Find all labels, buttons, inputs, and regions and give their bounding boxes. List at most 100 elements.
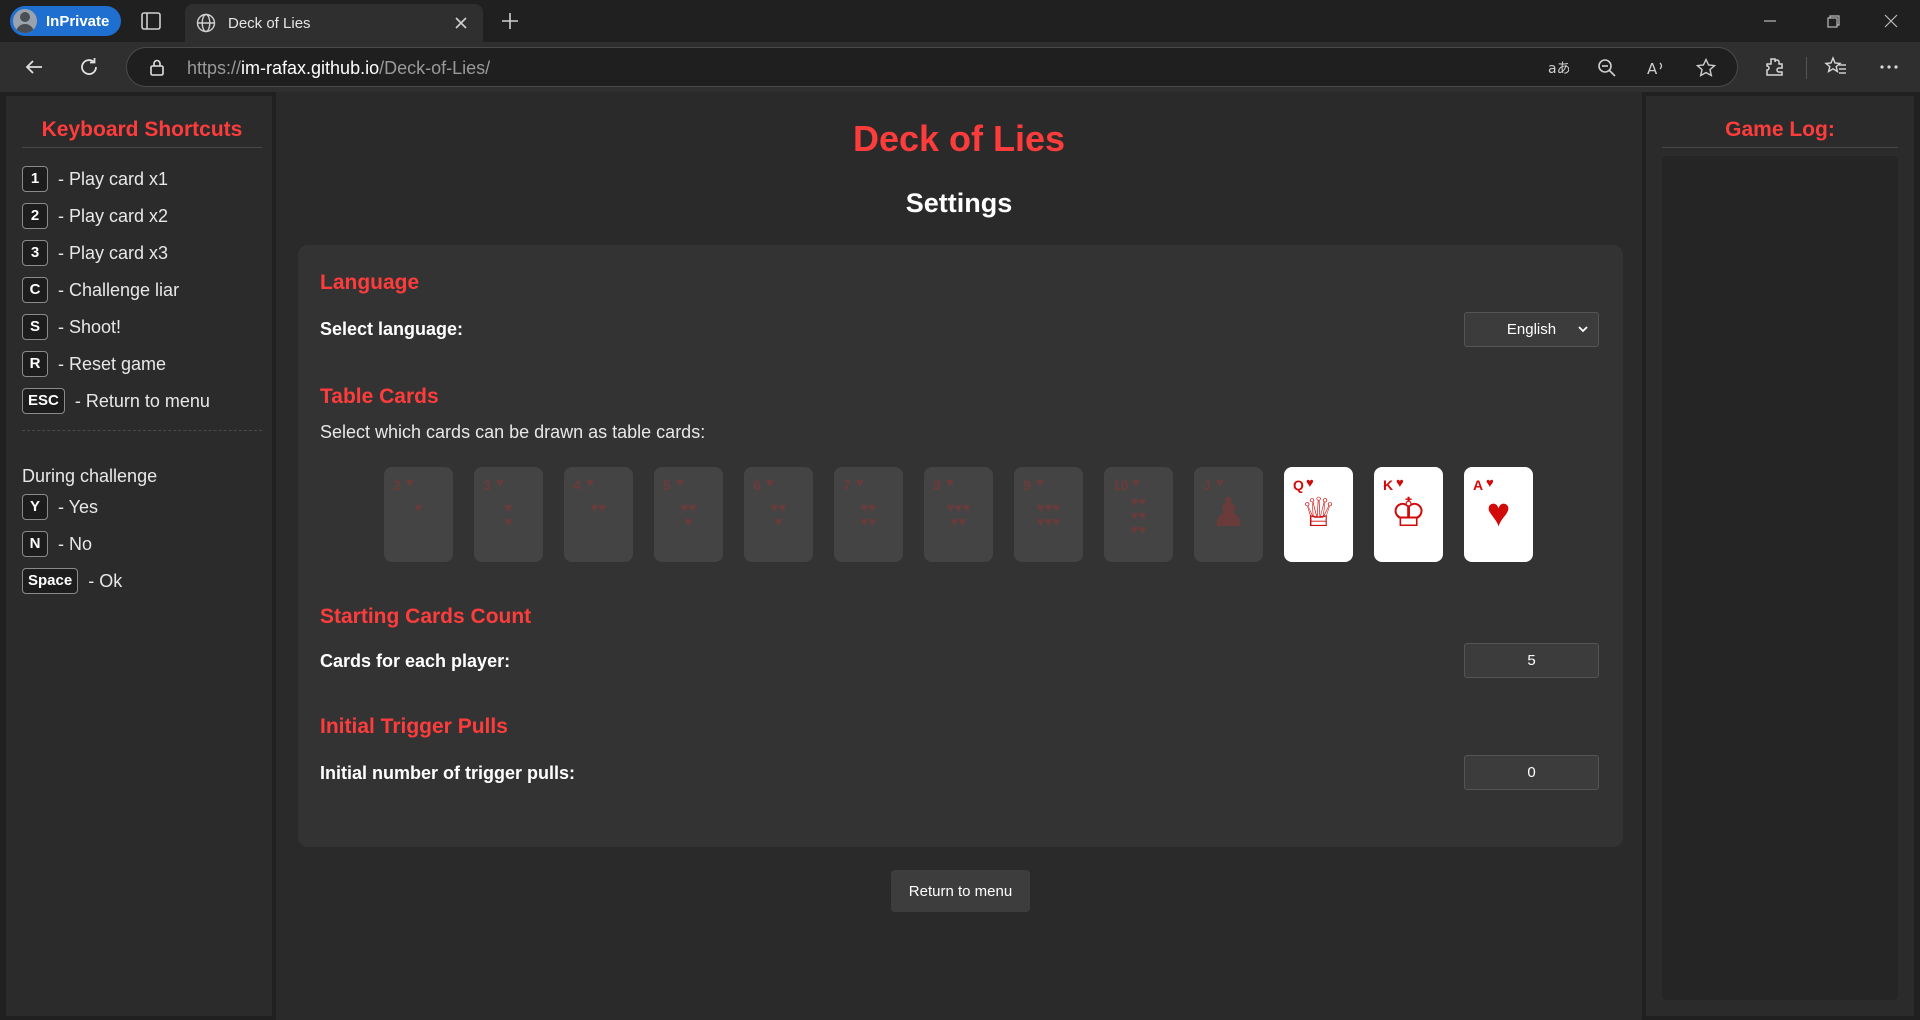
shortcut-item: 1 - Play card x1 [22,166,168,192]
key-badge: R [22,351,48,377]
heart-icon: ♥ [1486,475,1494,490]
card-pips: ♥♥ [590,500,607,515]
favorites-icon[interactable] [1824,55,1848,79]
restore-icon[interactable] [1820,8,1846,34]
page: Keyboard Shortcuts 1 - Play card x1 2 - Pl… [0,92,1920,1020]
trigger-pulls-section-title: Initial Trigger Pulls [320,715,508,738]
shortcut-label: - Shoot! [58,316,122,337]
shortcut-label: - Reset game [58,353,167,374]
key-badge: C [22,277,48,303]
main-content: Deck of Lies Settings Language Select la… [276,92,1642,1020]
heart-icon: ♥ [766,475,774,490]
card-pips: ♥♥ ♥♥ [860,500,877,529]
heart-icon: ♥ [586,475,594,490]
key-badge: 1 [22,166,48,192]
heart-icon: ♥ [1306,475,1314,490]
card-rank: 8 [933,477,941,493]
close-tab-icon[interactable] [451,13,471,33]
return-to-menu-button[interactable]: Return to menu [891,870,1030,912]
key-badge: S [22,314,48,340]
shortcut-item: 2 - Play card x2 [22,203,168,229]
url-text: https://im-rafax.github.io/Deck-of-Lies/ [187,58,491,78]
table-cards-row: 2 ♥ ♥ 3 ♥ ♥ ♥ 4 ♥ ♥♥ 5 ♥ ♥♥ ♥ 6 ♥ ♥♥ ♥ 7 ♥ ♥♥ ♥♥ 8 ♥ ♥♥♥ ♥♥ 9… [384,467,1584,563]
refresh-icon[interactable] [77,55,101,79]
keyboard-shortcuts-panel: Keyboard Shortcuts 1 - Play card x1 2 - Pl… [6,96,272,1016]
table-cards-section-title: Table Cards [320,385,439,408]
card-pips: ♥♥ ♥♥ ♥♥ [1130,494,1147,537]
heart-icon: ♥ [1216,475,1224,490]
starting-cards-label: Cards for each player: [320,651,511,671]
shortcut-label: - Yes [58,496,99,517]
shortcut-item: 3 - Play card x3 [22,240,168,266]
card-pips: ♥♥♥ ♥♥ [946,500,971,529]
chevron-down-icon [1578,326,1588,333]
face-icon: ♔ [1390,491,1427,535]
card-rank: 9 [1023,477,1031,493]
url-field[interactable]: https://im-rafax.github.io/Deck-of-Lies/… [126,47,1738,87]
card-rank: 10 [1113,477,1129,493]
avatar [13,9,37,33]
browser-address-bar: https://im-rafax.github.io/Deck-of-Lies/… [0,42,1920,92]
shortcut-item: Space - Ok [22,568,122,594]
card-toggle[interactable]: 7 ♥ ♥♥ ♥♥ [834,467,903,562]
card-pips: ♥♥ ♥ [680,500,697,529]
card-toggle[interactable]: 2 ♥ ♥ [384,467,453,562]
language-selected-value: English [1506,321,1557,338]
read-aloud-icon[interactable]: A [1645,57,1667,79]
card-rank: 6 [753,477,761,493]
card-toggle[interactable]: A ♥ ♥ [1464,467,1533,562]
dashed-divider [22,430,262,431]
zoom-out-icon[interactable] [1596,57,1618,79]
toolbar-separator [1806,57,1807,79]
shortcut-label: - Play card x3 [58,242,169,263]
tab-deck-of-lies[interactable]: Deck of Lies [185,4,483,42]
card-toggle[interactable]: J ♥ ♟ [1194,467,1263,562]
game-log-box [1662,156,1898,1000]
card-pips: ♥ ♥ [504,500,513,529]
translate-icon[interactable]: aあ [1547,57,1569,79]
heart-icon: ♥ [676,475,684,490]
language-section-title: Language [320,271,420,294]
card-toggle[interactable]: 10 ♥ ♥♥ ♥♥ ♥♥ [1104,467,1173,562]
game-log-panel: Game Log: [1646,96,1914,1016]
card-toggle[interactable]: 8 ♥ ♥♥♥ ♥♥ [924,467,993,562]
new-tab-icon[interactable] [498,9,522,33]
shortcut-item: Y - Yes [22,494,98,520]
card-toggle[interactable]: 5 ♥ ♥♥ ♥ [654,467,723,562]
shortcut-item: ESC - Return to menu [22,388,210,414]
more-menu-icon[interactable] [1877,55,1901,79]
starting-cards-input[interactable]: 5 [1464,643,1599,678]
heart-icon: ♥ [406,475,414,490]
starting-cards-section-title: Starting Cards Count [320,605,532,628]
shortcuts-title: Keyboard Shortcuts [41,118,243,141]
close-window-icon[interactable] [1878,8,1904,34]
back-icon[interactable] [22,55,46,79]
card-toggle[interactable]: 3 ♥ ♥ ♥ [474,467,543,562]
page-title: Settings [905,188,1013,218]
shortcut-label: - Ok [88,570,123,591]
game-log-title: Game Log: [1725,118,1835,141]
heart-icon: ♥ [1132,475,1140,490]
settings-panel: Language Select language: English Table … [298,245,1623,847]
card-toggle[interactable]: Q ♥ ♕ [1284,467,1353,562]
trigger-pulls-input[interactable]: 0 [1464,755,1599,790]
card-toggle[interactable]: 4 ♥ ♥♥ [564,467,633,562]
card-rank: 3 [483,477,491,493]
face-icon: ♕ [1300,491,1337,535]
card-toggle[interactable]: 6 ♥ ♥♥ ♥ [744,467,813,562]
card-rank: 5 [663,477,671,493]
favorite-star-icon[interactable] [1695,57,1717,79]
key-badge: Space [22,568,79,594]
heart-icon: ♥ [856,475,864,490]
card-toggle[interactable]: K ♥ ♔ [1374,467,1443,562]
face-icon: ♥ [1486,491,1511,535]
card-rank: 4 [573,477,581,493]
extensions-icon[interactable] [1762,55,1786,79]
tab-actions-icon[interactable] [140,10,162,32]
profile-button[interactable]: InPrivate [10,6,121,36]
lock-icon[interactable] [147,57,167,77]
card-toggle[interactable]: 9 ♥ ♥♥♥ ♥♥♥ [1014,467,1083,562]
minimize-icon[interactable] [1757,8,1783,34]
language-select[interactable]: English [1464,312,1599,347]
svg-text:aあ: aあ [1548,61,1569,77]
